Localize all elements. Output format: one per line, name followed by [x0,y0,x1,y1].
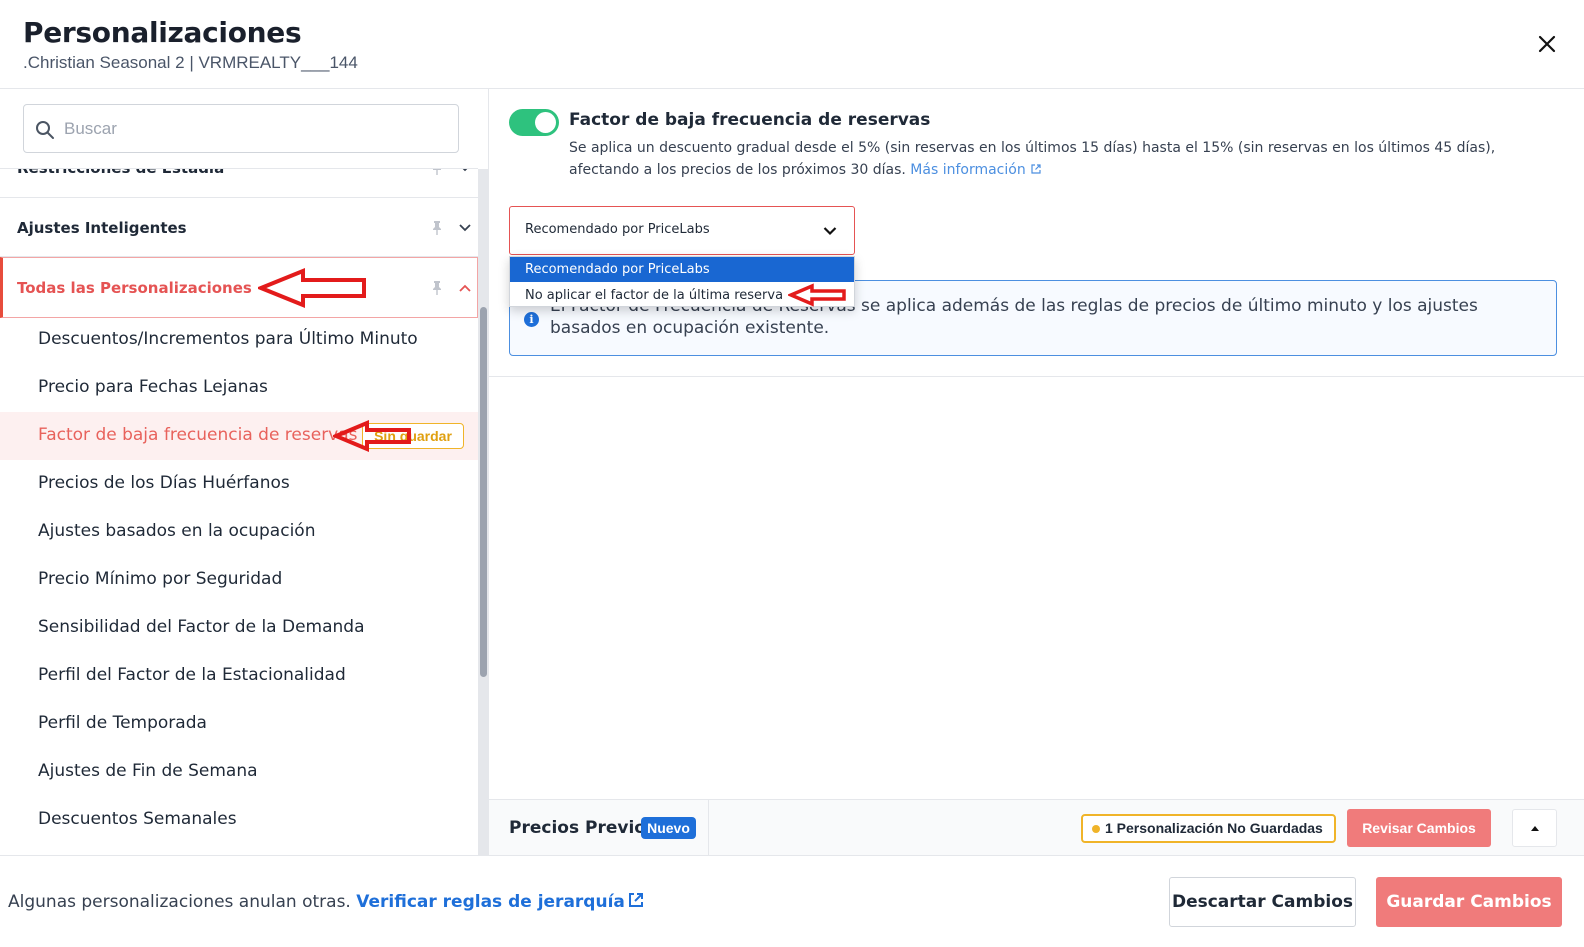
page-title: Personalizaciones [23,16,302,49]
sidebar-item-descuentos-semanales[interactable]: Descuentos Semanales [0,796,478,844]
sidebar-item-temporada[interactable]: Perfil de Temporada [0,700,478,748]
sidebar-item-precio-minimo[interactable]: Precio Mínimo por Seguridad [0,556,478,604]
sidebar-item-fechas-lejanas[interactable]: Precio para Fechas Lejanas [0,364,478,412]
section-label: Todas las Personalizaciones [17,279,252,297]
unsaved-count-badge: 1 Personalización No Guardadas [1081,814,1336,843]
external-link-icon [628,893,643,907]
sidebar-item-label: Perfil de Temporada [38,713,207,733]
save-changes-button[interactable]: Guardar Cambios [1376,877,1562,927]
section-ajustes-inteligentes[interactable]: Ajustes Inteligentes [0,198,478,257]
select-value: Recomendado por PriceLabs [525,222,710,237]
more-info-label: Más información [910,162,1026,178]
chevron-down-icon[interactable] [457,220,473,236]
sidebar-item-label: Precio Mínimo por Seguridad [38,569,283,589]
previous-prices-label[interactable]: Precios Previos [509,818,656,838]
new-badge: Nuevo [641,817,696,839]
frequency-select[interactable]: Recomendado por PriceLabs [509,206,855,255]
hierarchy-link-label: Verificar reglas de jerarquía [356,892,625,912]
preview-bar: Precios Previos Nuevo 1 Personalización … [489,799,1584,856]
status-dot [1092,825,1100,833]
section-clip: Restricciones de Estadía [0,169,478,198]
pin-icon[interactable] [430,220,444,236]
sidebar-item-estacionalidad[interactable]: Perfil del Factor de la Estacionalidad [0,652,478,700]
external-link-icon [1031,164,1041,174]
info-icon: i [524,312,539,327]
section-label: Restricciones de Estadía [17,169,224,177]
sidebar-item-ultimo-minuto[interactable]: Descuentos/Incrementos para Último Minut… [0,316,478,364]
discard-changes-button[interactable]: Descartar Cambios [1169,877,1356,927]
expand-button[interactable] [1512,809,1557,847]
modal-footer: Algunas personalizaciones anulan otras. … [0,855,1584,947]
pin-icon[interactable] [430,169,444,176]
pin-icon[interactable] [430,280,444,296]
feature-description: Se aplica un descuento gradual desde el … [569,137,1559,181]
unsaved-count-text: 1 Personalización No Guardadas [1105,820,1323,836]
page-subtitle: .Christian Seasonal 2 | VRMREALTY___144 [23,53,358,72]
toggle-knob [535,112,556,133]
sidebar-item-label: Precio para Fechas Lejanas [38,377,268,397]
close-icon [1538,35,1556,53]
divider [489,376,1584,377]
chevron-up-icon[interactable] [457,280,473,296]
sidebar-item-label: Ajustes basados en la ocupación [38,521,316,541]
close-button[interactable] [1532,30,1562,58]
divider [708,800,709,856]
chevron-down-icon[interactable] [457,169,473,176]
sidebar: Restricciones de Estadía Ajustes Intelig… [0,89,489,855]
caret-up-icon [1531,826,1539,831]
sidebar-item-dias-huerfanos[interactable]: Precios de los Días Huérfanos [0,460,478,508]
sidebar-item-ocupacion[interactable]: Ajustes basados en la ocupación [0,508,478,556]
sidebar-item-sensibilidad-demanda[interactable]: Sensibilidad del Factor de la Demanda [0,604,478,652]
sidebar-item-label: Factor de baja frecuencia de reservas [38,425,358,445]
sidebar-item-label: Descuentos Semanales [38,809,237,829]
annotation-arrow-left-icon [333,420,411,452]
chevron-down-icon [823,227,837,236]
search-icon [36,121,54,139]
hierarchy-rules-link[interactable]: Verificar reglas de jerarquía [356,892,645,912]
footer-note: Algunas personalizaciones anulan otras. … [8,891,645,912]
footer-note-text: Algunas personalizaciones anulan otras. [8,892,351,912]
section-label: Ajustes Inteligentes [17,219,187,237]
sidebar-item-label: Precios de los Días Huérfanos [38,473,290,493]
sidebar-item-label: Perfil del Factor de la Estacionalidad [38,665,346,685]
annotation-arrow-left-icon [258,268,366,308]
sidebar-item-label: Descuentos/Incrementos para Último Minut… [38,329,418,349]
search-input[interactable] [64,115,444,143]
option-recomendado[interactable]: Recomendado por PriceLabs [510,257,854,282]
section-todas-personalizaciones[interactable]: Todas las Personalizaciones [0,257,478,318]
annotation-arrow-left-icon [788,283,846,307]
sidebar-item-label: Ajustes de Fin de Semana [38,761,258,781]
sidebar-item-fin-semana[interactable]: Ajustes de Fin de Semana [0,748,478,796]
feature-toggle[interactable] [509,109,559,136]
scrollbar-thumb[interactable] [480,307,487,677]
sidebar-item-label: Sensibilidad del Factor de la Demanda [38,617,365,637]
more-info-link[interactable]: Más información [910,162,1041,178]
section-restricciones[interactable]: Restricciones de Estadía [0,169,478,197]
search-box[interactable] [23,104,459,153]
review-changes-button[interactable]: Revisar Cambios [1347,809,1491,847]
feature-title: Factor de baja frecuencia de reservas [569,110,931,130]
modal-header: Personalizaciones .Christian Seasonal 2 … [0,0,1584,89]
main-panel: Factor de baja frecuencia de reservas Se… [489,89,1584,799]
